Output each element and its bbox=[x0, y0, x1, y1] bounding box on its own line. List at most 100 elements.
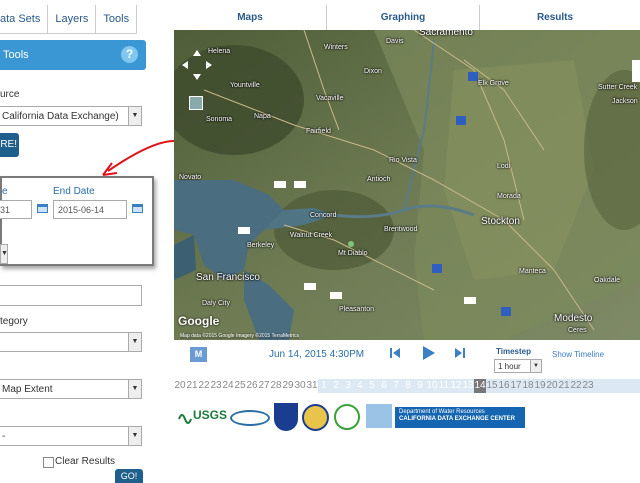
timestep-select[interactable]: 1 hour ▼ bbox=[494, 359, 542, 373]
map-canvas[interactable]: Sacramento Davis Winters Elk Grove Dixon… bbox=[174, 30, 640, 340]
skip-forward-icon[interactable] bbox=[454, 347, 466, 359]
day-cell[interactable]: 4 bbox=[354, 379, 366, 393]
day-cell[interactable]: 12 bbox=[450, 379, 462, 393]
day-cell[interactable]: 20 bbox=[174, 379, 186, 393]
day-cell[interactable]: 21 bbox=[558, 379, 570, 393]
day-cell[interactable]: 22 bbox=[570, 379, 582, 393]
day-cell[interactable]: 5 bbox=[366, 379, 378, 393]
pan-control-icon[interactable] bbox=[180, 48, 214, 82]
map-city-label: Davis bbox=[386, 38, 404, 45]
annotation-arrow-icon bbox=[102, 140, 175, 176]
map-city-label: Berkeley bbox=[247, 242, 275, 249]
category-select[interactable]: ▼ bbox=[0, 332, 142, 352]
day-cell[interactable]: 13 bbox=[462, 379, 474, 393]
nav-maps[interactable]: Maps bbox=[174, 5, 327, 30]
play-icon[interactable] bbox=[421, 345, 437, 361]
chevron-down-icon: ▼ bbox=[128, 333, 141, 351]
map-attribution: Map data ©2015 Google Imagery ©2015 Terr… bbox=[180, 333, 300, 339]
map-city-label: Manteca bbox=[519, 268, 546, 275]
nav-results[interactable]: Results bbox=[480, 5, 630, 30]
day-cell[interactable]: 27 bbox=[258, 379, 270, 393]
type-select-value: - bbox=[2, 431, 6, 442]
top-nav: Maps Graphing Results bbox=[174, 5, 640, 30]
map-type-control[interactable] bbox=[632, 60, 640, 82]
tab-tools[interactable]: Tools bbox=[96, 5, 138, 34]
day-cell[interactable]: 19 bbox=[534, 379, 546, 393]
map-city-label: Jackson bbox=[612, 98, 638, 105]
tab-layers[interactable]: Layers bbox=[48, 5, 97, 34]
map-city-label: Concord bbox=[310, 212, 337, 219]
usgs-logo-text: USGS bbox=[193, 408, 228, 422]
date-select[interactable]: ▼ bbox=[0, 244, 8, 264]
map-city-label: Elk Grove bbox=[478, 80, 509, 87]
google-logo: Google bbox=[178, 314, 220, 328]
chevron-down-icon: ▼ bbox=[0, 245, 7, 263]
day-cell[interactable]: 18 bbox=[522, 379, 534, 393]
water-board-logo bbox=[334, 404, 360, 430]
map-city-label: Vacaville bbox=[316, 95, 344, 102]
california-shield-logo bbox=[274, 403, 298, 431]
source-label: urce bbox=[0, 89, 20, 100]
extent-select[interactable]: Map Extent ▼ bbox=[0, 379, 142, 399]
tab-data-sets[interactable]: ata Sets bbox=[0, 5, 49, 34]
day-cell[interactable]: 1 bbox=[318, 379, 330, 393]
show-timeline-link[interactable]: Show Timeline bbox=[552, 350, 604, 359]
day-cell[interactable]: 31 bbox=[306, 379, 318, 393]
day-cell[interactable]: 6 bbox=[378, 379, 390, 393]
map-city-label: Winters bbox=[324, 44, 348, 51]
day-cell[interactable]: 20 bbox=[546, 379, 558, 393]
day-cell[interactable]: 3 bbox=[342, 379, 354, 393]
day-cell[interactable]: 28 bbox=[270, 379, 282, 393]
type-select[interactable]: - ▼ bbox=[0, 426, 142, 446]
day-cell[interactable]: 22 bbox=[198, 379, 210, 393]
day-cell[interactable]: 9 bbox=[414, 379, 426, 393]
map-city-label: Antioch bbox=[367, 176, 391, 183]
day-cell[interactable]: 25 bbox=[234, 379, 246, 393]
map-city-label: Sacramento bbox=[419, 30, 473, 38]
source-select[interactable]: California Data Exchange) ▼ bbox=[0, 106, 142, 126]
day-cell[interactable]: 23 bbox=[582, 379, 594, 393]
day-cell[interactable]: 21 bbox=[186, 379, 198, 393]
chevron-down-icon: ▼ bbox=[530, 360, 541, 372]
clear-results-checkbox[interactable] bbox=[43, 457, 54, 468]
day-cell[interactable]: 16 bbox=[498, 379, 510, 393]
day-cell[interactable]: 29 bbox=[282, 379, 294, 393]
m-button[interactable]: M bbox=[190, 347, 207, 362]
day-cell[interactable]: 23 bbox=[210, 379, 222, 393]
day-cell[interactable]: 30 bbox=[294, 379, 306, 393]
day-cell[interactable]: 24 bbox=[222, 379, 234, 393]
day-cell[interactable]: 8 bbox=[402, 379, 414, 393]
calendar-icon[interactable] bbox=[132, 204, 143, 213]
day-cell[interactable]: 26 bbox=[246, 379, 258, 393]
day-cell[interactable]: 11 bbox=[438, 379, 450, 393]
map-city-label: Rio Vista bbox=[389, 157, 417, 164]
day-cell[interactable]: 2 bbox=[330, 379, 342, 393]
map-city-label: Daly City bbox=[202, 300, 231, 307]
map-city-label: Brentwood bbox=[384, 226, 418, 233]
left-panel: ata Sets Layers Tools Tools ? urce Calif… bbox=[0, 0, 172, 483]
search-input[interactable] bbox=[0, 285, 142, 306]
day-cell[interactable]: 7 bbox=[390, 379, 402, 393]
day-cell[interactable]: 14 bbox=[474, 379, 486, 393]
nav-graphing[interactable]: Graphing bbox=[327, 5, 480, 30]
start-date-input[interactable]: 31 bbox=[0, 200, 32, 219]
calendar-icon[interactable] bbox=[37, 204, 48, 213]
usgs-logo: USGS bbox=[178, 407, 228, 425]
skip-back-icon[interactable] bbox=[389, 347, 401, 359]
chevron-down-icon: ▼ bbox=[128, 427, 141, 445]
go-button[interactable]: GO! bbox=[115, 469, 143, 483]
tools-header[interactable]: Tools ? bbox=[0, 40, 146, 70]
map-city-label: Pleasanton bbox=[339, 306, 375, 313]
street-view-icon[interactable] bbox=[189, 96, 203, 110]
map-city-label: Dixon bbox=[364, 68, 382, 75]
day-cell[interactable]: 15 bbox=[486, 379, 498, 393]
date-range-box: e 31 End Date 2015-06-14 ▼ bbox=[0, 176, 154, 266]
map-city-label: Lodi bbox=[497, 163, 511, 170]
map-city-label: Fairfield bbox=[306, 128, 331, 135]
day-cell[interactable]: 10 bbox=[426, 379, 438, 393]
day-cell[interactable]: 17 bbox=[510, 379, 522, 393]
explore-button[interactable]: RE! bbox=[0, 133, 19, 157]
map-city-label: Sutter Creek bbox=[598, 84, 638, 91]
help-icon[interactable]: ? bbox=[121, 46, 138, 63]
end-date-input[interactable]: 2015-06-14 bbox=[53, 200, 127, 219]
